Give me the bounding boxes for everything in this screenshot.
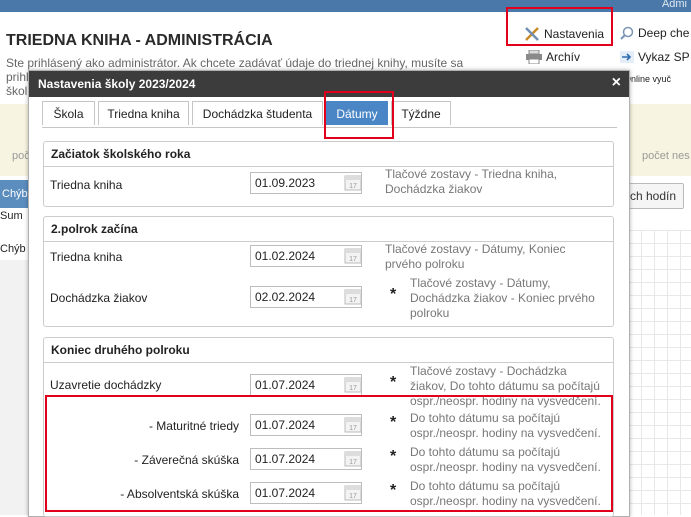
field-label: Uzavretie dochádzky [50,378,162,392]
description-line: Tlačové zostavy - Dátumy, [410,276,551,290]
online-label: Online vyuč [624,74,672,84]
calendar-icon[interactable]: 17 [344,376,364,397]
section-school-year-start: Začiatok školského roka Triedna kniha 17… [43,141,614,207]
archive-label: Archív [546,50,581,64]
exam-dates-highlight-box [45,395,613,512]
section-title: Koniec druhého polroku [51,343,190,357]
svg-text:17: 17 [349,183,357,190]
band-right-text: počet nes [642,150,690,162]
datumy-highlight-box [324,91,394,139]
description-line: Dochádzka žiakov [385,182,483,196]
side-sum-label: Sum [0,210,23,222]
admin-notice-line1: Ste prihlásený ako administrátor. Ak chc… [6,56,464,70]
section-title: Začiatok školského roka [51,147,191,161]
deep-menu-item[interactable]: Deep che [620,26,689,40]
vykaz-label: Vykaz SP [638,50,690,64]
description-line: Tlačové zostavy - Dochádzka [410,364,567,378]
left-gray-panel [0,260,28,515]
description-line: Tlačové zostavy - Dátumy, Koniec [385,242,566,256]
tab-triedna-kniha[interactable]: Triedna kniha [98,101,189,125]
admin-label[interactable]: Admi [662,0,687,10]
hodin-button[interactable]: ch hodín [622,183,684,209]
side-chyb-label: Chýb [0,243,26,255]
tab-tyzdne[interactable]: Týždne [391,101,451,125]
dialog-title: Nastavenia školy 2023/2024 [38,77,196,91]
deep-label: Deep che [638,26,690,40]
online-menu-item[interactable]: Online vyuč [624,74,671,84]
svg-text:17: 17 [349,297,357,304]
field-label: Dochádzka žiakov [50,291,148,305]
required-star: * [390,374,397,391]
description-line: Dochádzka žiakov - Koniec prvého [410,291,595,305]
archive-menu-item[interactable]: Archív [526,50,580,64]
description-line: žiakov, Do tohto dátumu sa počítajú [410,379,600,393]
arrow-right-icon [620,51,634,63]
field-description: Tlačové zostavy - Dátumy, Dochádzka žiak… [410,276,595,321]
svg-text:17: 17 [349,256,357,263]
svg-text:17: 17 [349,385,357,392]
printer-icon [526,50,542,64]
field-label: Triedna kniha [50,178,123,192]
section-second-semester: 2.polrok začína Triedna kniha 17 Tlačové… [43,216,614,327]
tab-dochadzka-studenta[interactable]: Dochádzka študenta [192,101,323,125]
description-line: prvého polroku [385,257,465,271]
calendar-icon[interactable]: 17 [344,247,364,268]
section-title: 2.polrok začína [51,222,138,236]
calendar-icon[interactable]: 17 [344,288,364,309]
calendar-icon[interactable]: 17 [344,174,364,195]
magnifier-icon [620,26,634,40]
required-star: * [390,286,397,303]
field-description: Tlačové zostavy - Triedna kniha, Dochádz… [385,167,557,197]
field-description: Tlačové zostavy - Dátumy, Koniec prvého … [385,242,566,272]
side-tab[interactable]: Chýb [0,180,28,208]
page-title: TRIEDNA KNIHA - ADMINISTRÁCIA [6,32,273,49]
vykaz-menu-item[interactable]: Vykaz SP [620,50,690,64]
background-grid [628,230,691,515]
section-rule [44,362,613,363]
field-label: Triedna kniha [50,250,123,264]
description-line: polroku [410,306,450,320]
settings-highlight-box [506,7,613,46]
tab-skola[interactable]: Škola [42,101,95,125]
close-icon[interactable]: × [612,74,621,92]
description-line: Tlačové zostavy - Triedna kniha, [385,167,558,181]
